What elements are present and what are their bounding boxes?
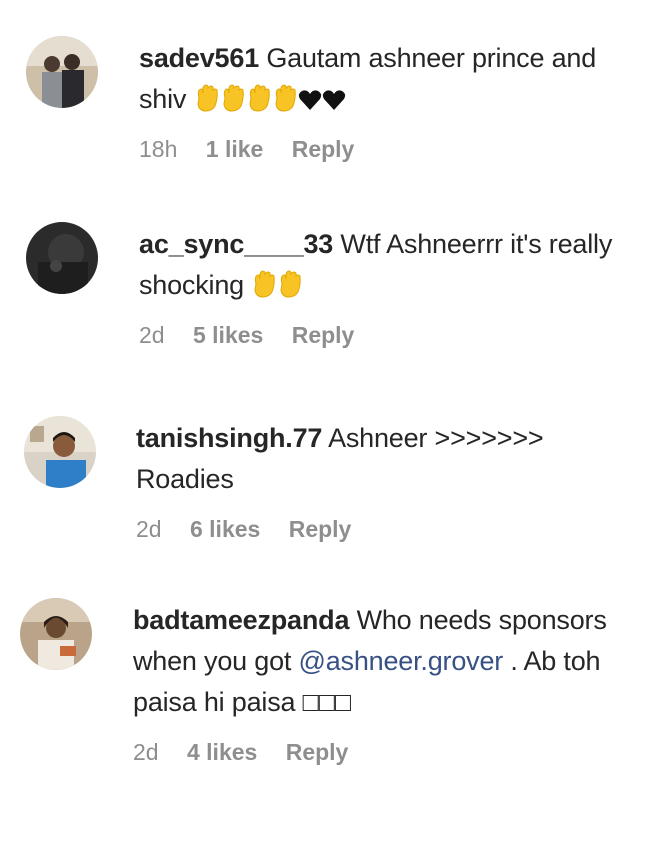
comment-likes[interactable]: 5 likes xyxy=(193,322,263,348)
comment-text: ac_sync____33 Wtf Ashneerrr it's really … xyxy=(139,224,619,306)
comment-body: sadev561 Gautam ashneer prince and shiv … xyxy=(139,38,619,163)
comment-body: ac_sync____33 Wtf Ashneerrr it's really … xyxy=(139,224,619,349)
comment-time: 2d xyxy=(136,516,162,542)
comment-likes[interactable]: 1 like xyxy=(206,136,264,162)
avatar[interactable] xyxy=(24,416,96,488)
raised-hand-emoji xyxy=(277,270,303,298)
raised-hand-emoji xyxy=(251,270,277,298)
reply-button[interactable]: Reply xyxy=(292,136,355,162)
comment-username[interactable]: ac_sync____33 xyxy=(139,229,333,259)
comment-username[interactable]: tanishsingh.77 xyxy=(136,423,322,453)
comment-time: 2d xyxy=(139,322,165,348)
black-heart-emoji xyxy=(322,88,346,112)
comment-username[interactable]: badtameezpanda xyxy=(133,605,349,635)
avatar[interactable] xyxy=(26,222,98,294)
black-heart-emoji xyxy=(298,88,322,112)
comment-body: badtameezpanda Who needs sponsors when y… xyxy=(133,600,613,766)
comment-time: 2d xyxy=(133,739,159,765)
comment-likes[interactable]: 6 likes xyxy=(190,516,260,542)
comment-text: tanishsingh.77 Ashneer >>>>>>> Roadies xyxy=(136,418,616,500)
comment-meta: 2d 4 likes Reply xyxy=(133,739,613,766)
avatar[interactable] xyxy=(26,36,98,108)
missing-glyphs: □□□ xyxy=(302,687,352,717)
raised-hand-emoji xyxy=(194,84,220,112)
raised-hand-emoji xyxy=(246,84,272,112)
comment-text: badtameezpanda Who needs sponsors when y… xyxy=(133,600,613,723)
comment-meta: 2d 5 likes Reply xyxy=(139,322,619,349)
comment-username[interactable]: sadev561 xyxy=(139,43,259,73)
comment-likes[interactable]: 4 likes xyxy=(187,739,257,765)
reply-button[interactable]: Reply xyxy=(289,516,352,542)
reply-button[interactable]: Reply xyxy=(292,322,355,348)
mention-link[interactable]: @ashneer.grover xyxy=(299,646,504,676)
avatar[interactable] xyxy=(20,598,92,670)
raised-hand-emoji xyxy=(220,84,246,112)
comment-text: sadev561 Gautam ashneer prince and shiv xyxy=(139,38,619,120)
comment-meta: 2d 6 likes Reply xyxy=(136,516,616,543)
comment-body: tanishsingh.77 Ashneer >>>>>>> Roadies 2… xyxy=(136,418,616,543)
comment-time: 18h xyxy=(139,136,178,162)
comment-meta: 18h 1 like Reply xyxy=(139,136,619,163)
raised-hand-emoji xyxy=(272,84,298,112)
reply-button[interactable]: Reply xyxy=(286,739,349,765)
